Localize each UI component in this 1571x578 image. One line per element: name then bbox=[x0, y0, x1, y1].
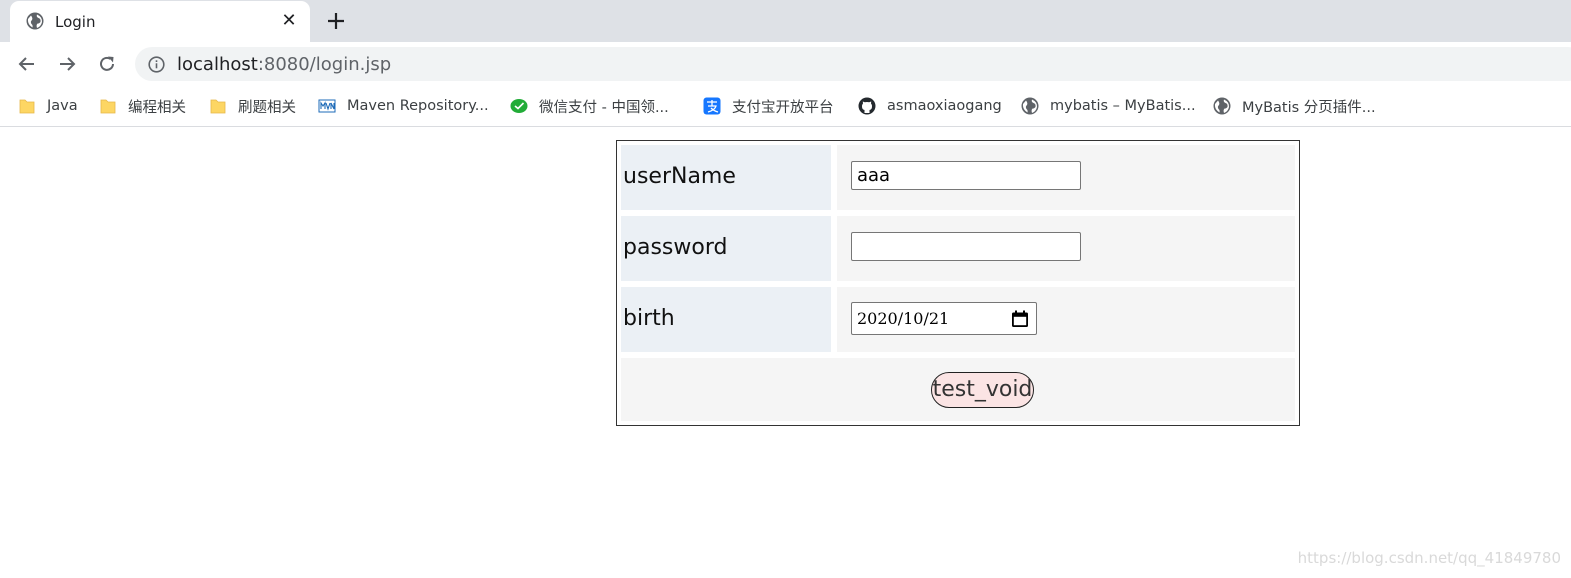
bookmark-label: 支付宝开放平台 bbox=[732, 99, 834, 116]
birth-label: birth bbox=[623, 306, 675, 331]
bookmark-wechat-pay[interactable]: 微信支付 - 中国领... bbox=[510, 95, 669, 117]
bookmark-label: 微信支付 - 中国领... bbox=[539, 99, 669, 116]
bookmark-java[interactable]: Java bbox=[18, 95, 78, 117]
calendar-icon[interactable] bbox=[1010, 309, 1030, 329]
bookmark-label: mybatis – MyBatis... bbox=[1050, 98, 1196, 114]
submit-row: test_void bbox=[621, 358, 1295, 421]
maven-icon bbox=[318, 99, 336, 113]
username-input[interactable]: aaa bbox=[851, 161, 1081, 190]
folder-icon bbox=[210, 99, 226, 114]
tab-title: Login bbox=[55, 13, 96, 31]
url-text[interactable]: localhost:8080/login.jsp bbox=[177, 54, 391, 75]
bookmarks-bar: Java 编程相关 刷题相关 Maven Repository... 微信支付 … bbox=[0, 86, 1571, 127]
browser-toolbar: localhost:8080/login.jsp bbox=[0, 42, 1571, 86]
login-form: userName aaa password birth 2020/10/21 t… bbox=[616, 140, 1300, 426]
bookmark-label: Maven Repository... bbox=[347, 98, 489, 114]
tab-strip: Login ✕ bbox=[0, 0, 1571, 42]
bookmark-mybatis[interactable]: mybatis – MyBatis... bbox=[1021, 95, 1196, 117]
birth-date-input[interactable]: 2020/10/21 bbox=[851, 302, 1037, 335]
password-label-cell: password bbox=[621, 216, 831, 281]
bookmark-maven[interactable]: Maven Repository... bbox=[318, 95, 489, 117]
bookmark-label: 刷题相关 bbox=[238, 99, 296, 116]
bookmark-label: MyBatis 分页插件... bbox=[1242, 99, 1376, 116]
bookmark-programming[interactable]: 编程相关 bbox=[99, 95, 186, 117]
bookmark-label: asmaoxiaogang bbox=[887, 98, 1002, 114]
reload-icon[interactable] bbox=[97, 54, 117, 74]
birth-date-value: 2020/10/21 bbox=[857, 309, 950, 328]
globe-icon bbox=[1213, 97, 1231, 115]
birth-label-cell: birth bbox=[621, 287, 831, 352]
bookmark-alipay[interactable]: 支付宝开放平台 bbox=[703, 95, 834, 117]
globe-icon bbox=[1021, 97, 1039, 115]
username-field-cell: aaa bbox=[837, 145, 1295, 210]
test-void-button[interactable]: test_void bbox=[931, 372, 1034, 408]
bookmark-mybatis-pagination[interactable]: MyBatis 分页插件... bbox=[1213, 95, 1376, 117]
password-label: password bbox=[623, 235, 728, 260]
info-icon[interactable] bbox=[148, 56, 165, 73]
bookmark-practice[interactable]: 刷题相关 bbox=[209, 95, 296, 117]
username-label-cell: userName bbox=[621, 145, 831, 210]
bookmark-label: Java bbox=[47, 98, 78, 114]
birth-field-cell: 2020/10/21 bbox=[837, 287, 1295, 352]
forward-icon[interactable] bbox=[57, 54, 77, 74]
wechat-icon bbox=[510, 99, 528, 113]
url-host: localhost bbox=[177, 54, 258, 75]
new-tab-icon[interactable] bbox=[325, 10, 347, 32]
bookmark-label: 编程相关 bbox=[128, 99, 186, 116]
watermark: https://blog.csdn.net/qq_41849780 bbox=[1297, 549, 1561, 567]
github-icon bbox=[858, 97, 876, 115]
folder-icon bbox=[19, 99, 35, 114]
globe-icon bbox=[26, 12, 44, 30]
tab-login[interactable]: Login ✕ bbox=[10, 1, 310, 42]
alipay-icon bbox=[703, 97, 721, 115]
bookmark-github[interactable]: asmaoxiaogang bbox=[858, 95, 1002, 117]
back-icon[interactable] bbox=[17, 54, 37, 74]
password-field-cell bbox=[837, 216, 1295, 281]
folder-icon bbox=[100, 99, 116, 114]
close-icon[interactable]: ✕ bbox=[280, 12, 298, 30]
username-label: userName bbox=[623, 164, 736, 189]
password-input[interactable] bbox=[851, 232, 1081, 261]
url-path: :8080/login.jsp bbox=[257, 54, 392, 75]
address-bar[interactable]: localhost:8080/login.jsp bbox=[135, 47, 1571, 81]
